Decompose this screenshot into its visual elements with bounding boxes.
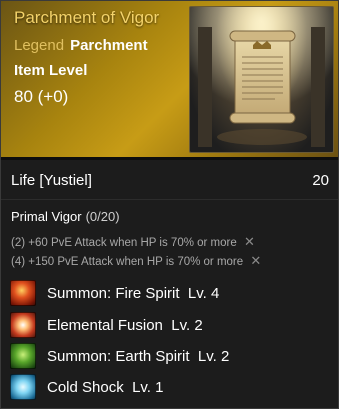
item-name: Parchment of Vigor — [14, 8, 160, 27]
set-name: Primal Vigor — [11, 209, 82, 224]
item-tooltip: Parchment of Vigor Legend Parchment Item … — [0, 0, 339, 409]
set-bonus-4: (4) +150 PvE Attack when HP is 70% or mo… — [11, 253, 261, 269]
skill-row-earth-spirit[interactable]: Summon: Earth Spirit Lv. 2 — [10, 342, 229, 370]
item-level-value: 80 (+0) — [14, 87, 69, 106]
set-title: Primal Vigor (0/20) — [11, 209, 120, 224]
skill-name: Cold Shock — [47, 378, 124, 396]
grade-line: Legend Parchment — [14, 37, 148, 54]
item-grade: Legend — [14, 37, 65, 54]
set-bonus-2: (2) +60 PvE Attack when HP is 70% or mor… — [11, 234, 255, 250]
skill-level: Lv. 1 — [132, 378, 164, 396]
cold-shock-icon — [10, 374, 36, 400]
set-count: (0/20) — [85, 209, 120, 224]
tooltip-header: Parchment of Vigor Legend Parchment Item … — [1, 1, 338, 157]
item-type: Parchment — [70, 37, 148, 54]
x-mark-icon: ✕ — [250, 253, 262, 268]
skill-row-elemental-fusion[interactable]: Elemental Fusion Lv. 2 — [10, 311, 203, 339]
bonus-tier: (2) — [11, 237, 26, 249]
earth-spirit-icon — [10, 343, 36, 369]
skill-name: Summon: Earth Spirit — [47, 347, 190, 365]
bonus-text: +60 PvE Attack when HP is 70% or more — [28, 237, 237, 249]
x-mark-icon: ✕ — [243, 234, 255, 249]
skill-level: Lv. 4 — [187, 284, 220, 302]
skill-name: Summon: Fire Spirit — [47, 284, 180, 302]
skill-name: Elemental Fusion — [47, 316, 163, 334]
skill-row-cold-shock[interactable]: Cold Shock Lv. 1 — [10, 373, 163, 401]
section-divider — [1, 199, 338, 200]
stat-value: 20 — [312, 172, 329, 189]
bonus-tier: (4) — [11, 256, 26, 268]
skill-level: Lv. 2 — [171, 316, 203, 334]
header-divider — [1, 157, 338, 160]
skill-row-fire-spirit[interactable]: Summon: Fire Spirit Lv. 4 — [10, 279, 219, 307]
stat-row-life: Life [Yustiel] 20 — [11, 172, 329, 189]
elemental-fusion-icon — [10, 312, 36, 338]
fire-spirit-icon — [10, 280, 36, 306]
stat-label: Life [Yustiel] — [11, 172, 92, 189]
skill-level: Lv. 2 — [197, 347, 230, 365]
bonus-text: +150 PvE Attack when HP is 70% or more — [28, 256, 244, 268]
scroll-parchment-icon — [189, 6, 334, 153]
item-level-label: Item Level — [14, 62, 88, 79]
